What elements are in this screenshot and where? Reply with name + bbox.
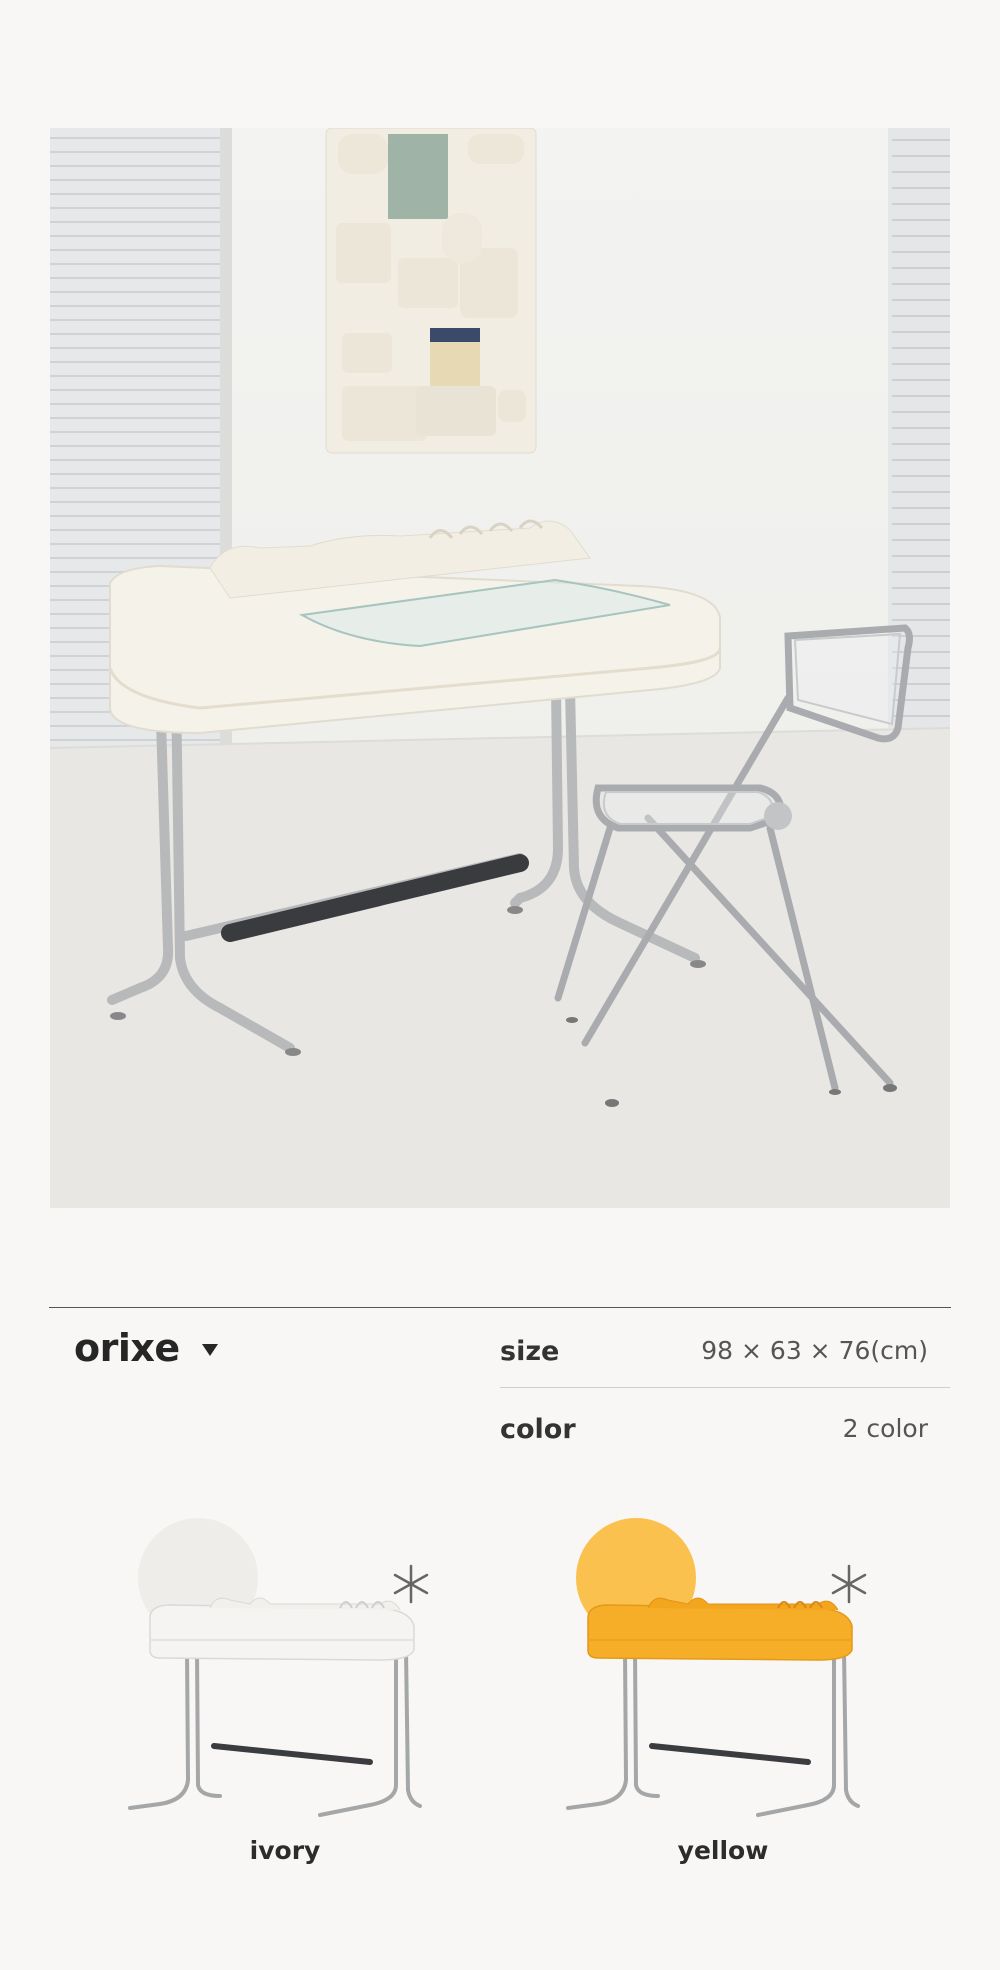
asterisk-icon xyxy=(393,1564,429,1604)
hero-product-photo xyxy=(50,128,950,1208)
size-value: 98 × 63 × 76(cm) xyxy=(701,1336,928,1365)
asterisk-icon xyxy=(831,1564,867,1604)
spec-row-color: color 2 color xyxy=(500,1404,950,1464)
color-option-yellow[interactable]: yellow xyxy=(558,1500,888,1880)
color-label: color xyxy=(500,1414,576,1445)
section-divider xyxy=(49,1307,951,1308)
color-option-ivory[interactable]: ivory xyxy=(120,1500,450,1880)
size-label: size xyxy=(500,1336,560,1367)
desk-and-chair-illustration xyxy=(50,128,950,1208)
triangle-down-icon[interactable] xyxy=(202,1344,218,1356)
product-name: orixe xyxy=(74,1326,180,1370)
yellow-desk-thumbnail xyxy=(566,1518,867,1817)
color-option-label: ivory xyxy=(249,1836,321,1865)
ivory-desk-thumbnail xyxy=(128,1518,429,1817)
spec-row-size: size 98 × 63 × 76(cm) xyxy=(500,1326,950,1388)
color-option-label: yellow xyxy=(677,1836,769,1865)
color-value: 2 color xyxy=(842,1414,928,1443)
